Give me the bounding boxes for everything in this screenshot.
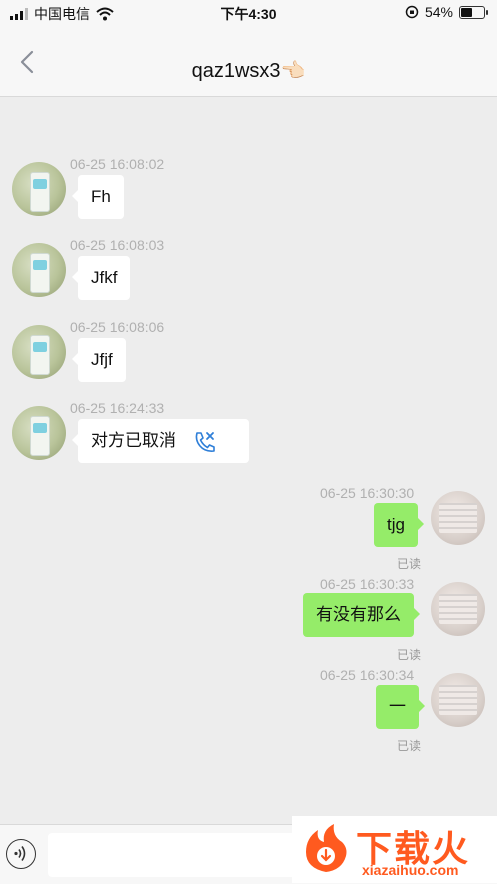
message-bubble-received[interactable]: Jfjf: [72, 338, 126, 382]
read-status: 已读: [397, 557, 422, 571]
my-avatar[interactable]: [431, 582, 485, 636]
status-bar: 中国电信 下午4:30 54%: [0, 0, 497, 26]
message-timestamp: 06-25 16:08:02: [70, 156, 165, 172]
message-bubble-received[interactable]: Fh: [72, 175, 124, 219]
status-right: 54%: [405, 4, 488, 20]
watermark-domain: xiazaihuo.com: [362, 862, 459, 878]
message-timestamp: 06-25 16:30:30: [320, 485, 415, 501]
watermark: 下载火 xiazaihuo.com: [292, 816, 497, 883]
read-status: 已读: [397, 739, 422, 753]
message-bubble-sent[interactable]: 有没有那么: [303, 593, 420, 637]
message-timestamp: 06-25 16:24:33: [70, 400, 165, 416]
battery-percent: 54%: [424, 4, 453, 20]
battery-icon: [459, 5, 488, 19]
message-timestamp: 06-25 16:08:03: [70, 237, 165, 253]
message-timestamp: 06-25 16:08:06: [70, 319, 165, 335]
voice-icon: [14, 846, 26, 861]
voice-input-button[interactable]: [6, 839, 36, 869]
contact-avatar[interactable]: [12, 162, 66, 216]
voice-call-cancelled-icon: [195, 431, 215, 452]
my-avatar[interactable]: [431, 673, 485, 727]
message-input[interactable]: [48, 833, 322, 877]
chat-title: qaz1wsx3👈🏻: [191, 60, 306, 82]
message-timestamp: 06-25 16:30:33: [320, 576, 415, 592]
nav-bar: qaz1wsx3👈🏻: [0, 26, 497, 97]
contact-avatar[interactable]: [12, 243, 66, 297]
message-timestamp: 06-25 16:30:34: [320, 667, 415, 683]
call-cancelled-bubble[interactable]: 对方已取消: [72, 419, 249, 463]
message-bubble-received[interactable]: Jfkf: [71, 256, 131, 300]
flame-logo-icon: [306, 824, 347, 872]
contact-avatar[interactable]: [12, 325, 66, 379]
contact-avatar[interactable]: [12, 406, 66, 460]
message-bubble-sent[interactable]: 一: [376, 685, 425, 729]
message-bubble-sent[interactable]: tjg: [374, 503, 424, 547]
rotation-lock-icon: [405, 5, 419, 19]
my-avatar[interactable]: [431, 491, 485, 545]
call-status-text: 对方已取消: [91, 431, 176, 450]
read-status: 已读: [397, 648, 422, 662]
